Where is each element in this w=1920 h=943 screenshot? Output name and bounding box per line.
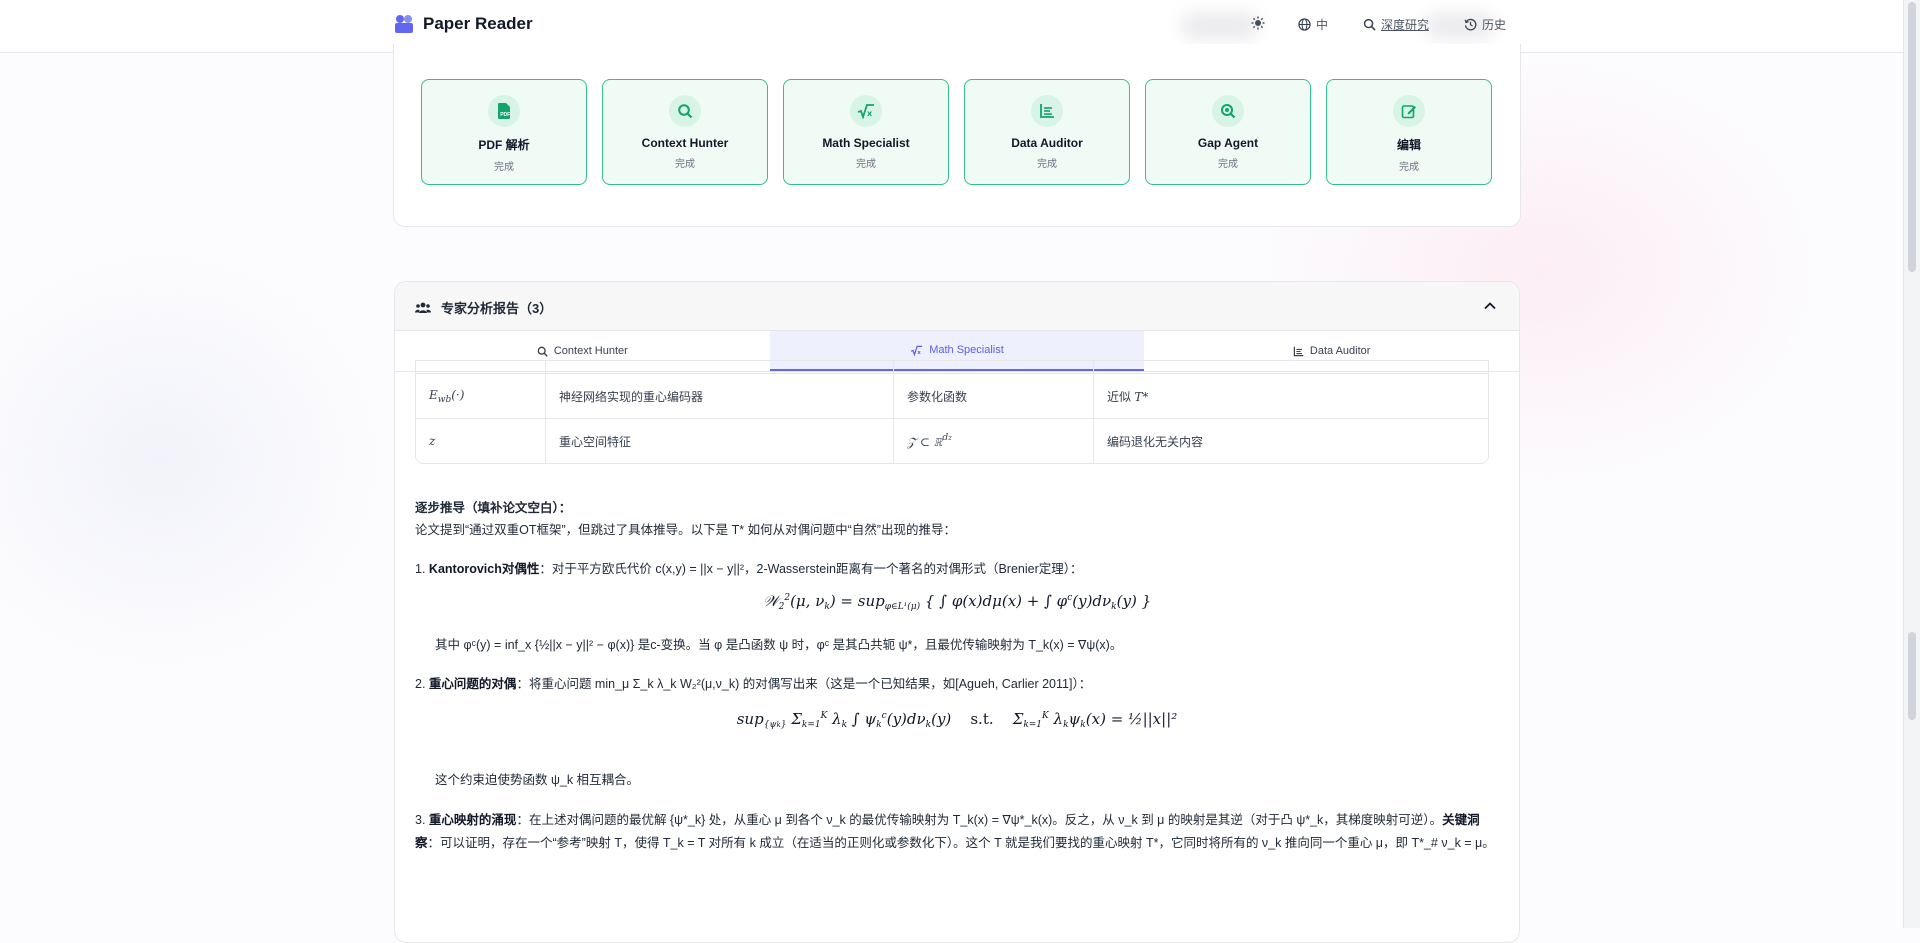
agent-status: 完成 (1037, 159, 1057, 170)
report-header[interactable]: 专家分析报告（3） (395, 282, 1519, 331)
symbol-cell: Ewb(·) (416, 373, 546, 418)
deep-research-label: 深度研究 (1381, 18, 1430, 32)
chart-icon (1031, 95, 1063, 127)
history-button[interactable]: 历史 (1464, 16, 1506, 33)
zoom-icon (1212, 95, 1244, 127)
agent-card-pdf[interactable]: PDF PDF 解析 完成 (421, 79, 587, 185)
step-title: 逐步推导（填补论文空白）： (415, 501, 572, 515)
agent-status: 完成 (494, 162, 514, 173)
note-cell: 编码退化无关内容 (1094, 418, 1488, 463)
list-item-2: 2. 重心问题的对偶：将重心问题 min_μ Σ_k λ_k W₂²(μ,ν_k… (415, 677, 1092, 691)
agent-status: 完成 (856, 159, 876, 170)
sqrt-icon: x (850, 95, 882, 127)
agent-card-data-auditor[interactable]: Data Auditor 完成 (964, 79, 1130, 185)
list-item-1: 1. Kantorovich对偶性：对于平方欧氏代价 c(x,y) = ||x … (415, 562, 1083, 576)
pdf-icon: PDF (488, 95, 520, 127)
agent-card-gap-agent[interactable]: Gap Agent 完成 (1145, 79, 1311, 185)
symbol-cell: z (416, 418, 546, 463)
table-row: z 重心空间特征 𝒵 ⊂ ℝdz 编码退化无关内容 (416, 418, 1488, 463)
symbol-table: Ewb(·) 神经网络实现的重心编码器 参数化函数 近似 T* z 重心空间特征… (415, 360, 1489, 464)
chevron-up-icon[interactable] (1483, 299, 1497, 313)
agent-status: 完成 (1399, 162, 1419, 173)
agent-name: PDF 解析 (478, 138, 530, 152)
agent-name: Data Auditor (1011, 136, 1083, 150)
edit-icon (1393, 95, 1425, 127)
search-icon (1363, 18, 1376, 31)
search-icon (669, 95, 701, 127)
search-icon (537, 346, 548, 357)
language-button[interactable]: 中 (1298, 16, 1328, 33)
type-cell: 𝒵 ⊂ ℝdz (894, 418, 1094, 463)
scrollbar-thumb-secondary[interactable] (1908, 632, 1916, 720)
app-title: Paper Reader (423, 14, 533, 33)
blur-decoration (1180, 12, 1260, 40)
type-cell: 参数化函数 (894, 373, 1094, 418)
equation-2: sup{ψk} Σk=1K λk ∫ ψkc(y)dνk(y) s.t. Σk=… (736, 710, 1178, 730)
desc-cell: 重心空间特征 (546, 418, 894, 463)
users-icon (415, 302, 431, 313)
table-row: Ewb(·) 神经网络实现的重心编码器 参数化函数 近似 T* (416, 373, 1488, 418)
agents-panel: PDF PDF 解析 完成 Context Hunter 完成 x Math S… (393, 44, 1521, 227)
agent-name: Gap Agent (1197, 136, 1259, 150)
deep-research-link[interactable]: 深度研究 (1363, 16, 1429, 33)
agent-card-context-hunter[interactable]: Context Hunter 完成 (602, 79, 768, 185)
agent-status: 完成 (1218, 159, 1238, 170)
expert-report-panel: 专家分析报告（3） Context Hunter x Math Speciali… (394, 281, 1520, 943)
report-title: 专家分析报告（3） (441, 301, 553, 316)
sqrt-icon: x (911, 345, 923, 356)
tab-label: Math Specialist (929, 344, 1004, 356)
globe-icon (1298, 18, 1311, 31)
table-row (416, 360, 1488, 373)
equation-1: 𝒲22(μ, νk) = supφ∈L¹(μ) { ∫ φ(x)dμ(x) + … (762, 592, 1152, 612)
brand[interactable]: Paper Reader (393, 14, 533, 34)
item2-explanation: 这个约束迫使势函数 ψ_k 相互耦合。 (435, 773, 640, 787)
svg-text:x: x (867, 109, 873, 118)
svg-text:PDF: PDF (500, 112, 510, 118)
intro-text: 论文提到“通过双重OT框架”，但跳过了具体推导。以下是 T* 如何从对偶问题中“… (415, 523, 956, 537)
agent-status: 完成 (675, 159, 695, 170)
agent-card-editor[interactable]: 编辑 完成 (1326, 79, 1492, 185)
tab-label: Data Auditor (1309, 345, 1371, 357)
chart-icon (1293, 346, 1304, 356)
history-icon (1464, 18, 1477, 31)
logo-icon (395, 15, 413, 33)
agent-name: 编辑 (1396, 138, 1421, 152)
agent-name: Context Hunter (641, 136, 729, 150)
tab-label: Context Hunter (553, 345, 628, 357)
svg-text:x: x (917, 349, 921, 355)
desc-cell: 神经网络实现的重心编码器 (546, 373, 894, 418)
item1-explanation: 其中 φᶜ(y) = inf_x {½||x − y||² − φ(x)} 是c… (435, 638, 1123, 652)
scrollbar[interactable] (1903, 0, 1920, 928)
list-item-3: 3. 重心映射的涌现：在上述对偶问题的最优解 {ψ*_k} 处，从重心 μ 到各… (415, 813, 1495, 850)
note-cell: 近似 T* (1094, 373, 1488, 418)
language-label: 中 (1316, 18, 1329, 32)
history-label: 历史 (1482, 18, 1507, 32)
scrollbar-thumb[interactable] (1908, 2, 1916, 272)
agent-card-math-specialist[interactable]: x Math Specialist 完成 (783, 79, 949, 185)
report-content: Ewb(·) 神经网络实现的重心编码器 参数化函数 近似 T* z 重心空间特征… (395, 360, 1519, 942)
agent-name: Math Specialist (822, 136, 910, 150)
